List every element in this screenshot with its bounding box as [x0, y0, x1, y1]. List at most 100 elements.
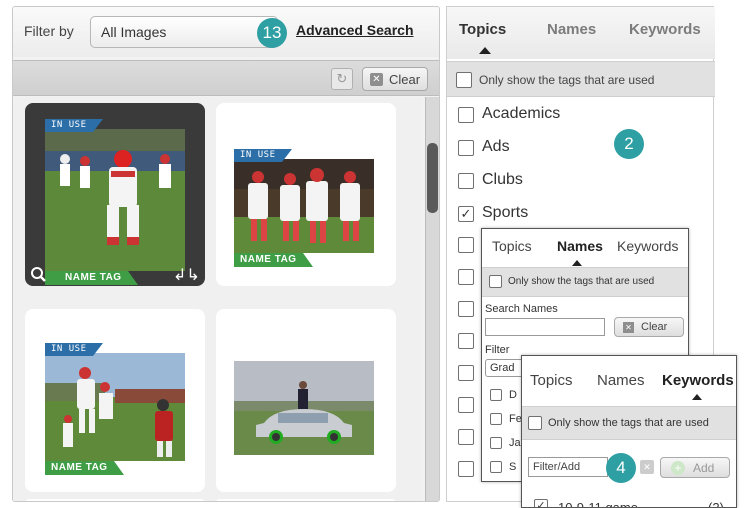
topic-checkbox-academics[interactable] — [458, 107, 474, 123]
name-item: S — [509, 461, 517, 473]
name-tag-ribbon: NAME TAG — [45, 271, 138, 285]
keyword-filter-input[interactable]: Filter/Add — [528, 457, 608, 477]
only-used-checkbox[interactable] — [489, 275, 502, 288]
tab-topics[interactable]: Topics — [459, 21, 506, 38]
filter-label: Filter — [485, 344, 510, 356]
topic-checkbox[interactable] — [458, 365, 474, 381]
rotate-icon[interactable]: ↲↳ — [173, 265, 200, 285]
filter-select[interactable]: All Images — [90, 16, 278, 48]
topic-checkbox-ads[interactable] — [458, 140, 474, 156]
callout-badge-4: 4 — [606, 453, 636, 483]
image-toolbar: ↻ ✕ Clear — [13, 60, 439, 96]
only-used-label: Only show the tags that are used — [508, 276, 655, 287]
topic-label: Clubs — [482, 171, 523, 188]
only-used-checkbox[interactable] — [528, 416, 542, 430]
add-icon: + — [671, 461, 685, 475]
zoom-icon[interactable] — [31, 267, 47, 283]
keywords-panel: Topics Names Keywords Only show the tags… — [521, 355, 737, 508]
image-tile[interactable]: IN USE NAME TAG — [25, 309, 205, 492]
topic-checkbox[interactable] — [458, 269, 474, 285]
refresh-icon: ↻ — [336, 71, 348, 86]
filter-select-value: All Images — [101, 24, 167, 40]
clear-button[interactable]: ✕ Clear — [614, 317, 684, 337]
tab-keywords[interactable]: Keywords — [629, 21, 701, 38]
in-use-ribbon: IN USE — [234, 149, 291, 162]
tab-topics[interactable]: Topics — [530, 372, 573, 389]
topic-label: Academics — [482, 105, 561, 122]
refresh-button[interactable]: ↻ — [331, 68, 353, 90]
add-keyword-button[interactable]: + Add — [660, 457, 730, 478]
only-used-bar: Only show the tags that are used — [447, 61, 715, 97]
tab-topics[interactable]: Topics — [492, 238, 532, 254]
topic-checkbox[interactable] — [458, 333, 474, 349]
keyword-count: (2) — [708, 500, 724, 508]
tab-names[interactable]: Names — [547, 21, 596, 38]
topic-checkbox-clubs[interactable] — [458, 173, 474, 189]
image-tile[interactable]: IN USE NAME TAG ↲↳ — [25, 103, 205, 286]
topic-checkbox[interactable] — [458, 397, 474, 413]
tab-keywords[interactable]: Keywords — [617, 238, 678, 254]
only-used-label: Only show the tags that are used — [479, 73, 655, 87]
photo-football-team — [234, 159, 374, 253]
callout-badge-13: 13 — [257, 18, 287, 48]
tab-names[interactable]: Names — [597, 372, 645, 389]
image-tile[interactable] — [216, 309, 396, 492]
only-used-label: Only show the tags that are used — [548, 417, 709, 429]
search-names-input[interactable] — [485, 318, 605, 336]
tab-names[interactable]: Names — [557, 238, 603, 254]
add-button-label: Add — [693, 461, 715, 475]
image-tile[interactable] — [25, 499, 205, 501]
topic-label: Ads — [482, 138, 510, 155]
scrollbar-thumb[interactable] — [427, 143, 438, 213]
name-checkbox[interactable] — [490, 413, 502, 425]
grid-scrollbar[interactable] — [425, 97, 439, 501]
search-names-label: Search Names — [485, 303, 558, 315]
only-used-bar: Only show the tags that are used — [482, 267, 688, 297]
topic-checkbox[interactable] — [458, 301, 474, 317]
keyword-checkbox[interactable]: ✓ — [534, 499, 548, 507]
photo-football-runner — [45, 129, 185, 271]
close-icon[interactable]: ✕ — [640, 460, 654, 474]
active-tab-caret — [479, 47, 491, 54]
in-use-ribbon: IN USE — [45, 119, 102, 132]
name-checkbox[interactable] — [490, 437, 502, 449]
keyword-label: 10-9-11 game — [558, 500, 638, 508]
only-used-checkbox[interactable] — [456, 72, 472, 88]
name-tag-label: NAME TAG — [65, 272, 122, 283]
name-tag-ribbon: NAME TAG — [45, 461, 124, 475]
clear-button-label: Clear — [641, 321, 668, 333]
clear-button[interactable]: ✕ Clear — [362, 67, 428, 91]
callout-badge-2: 2 — [614, 129, 644, 159]
name-checkbox[interactable] — [490, 389, 502, 401]
close-icon: ✕ — [370, 73, 383, 86]
advanced-search-link[interactable]: Advanced Search — [296, 22, 414, 38]
name-item: Ja — [509, 437, 521, 449]
name-tag-ribbon: NAME TAG — [234, 253, 313, 267]
photo-car-field — [234, 361, 374, 455]
image-tile[interactable]: IN USE NAME TAG — [216, 103, 396, 286]
tag-tabs: Topics Names Keywords — [482, 229, 688, 269]
tag-tabs: Topics Names Keywords — [447, 7, 715, 59]
in-use-ribbon: IN USE — [45, 343, 102, 356]
filter-label: Filter by — [24, 23, 74, 39]
image-grid: IN USE NAME TAG ↲↳ IN USE NAME TAG IN US… — [13, 97, 423, 501]
filter-bar: Filter by All Images 13 Advanced Search — [13, 7, 439, 57]
name-checkbox[interactable] — [490, 461, 502, 473]
active-tab-caret — [692, 394, 702, 400]
image-tile[interactable] — [216, 499, 396, 501]
topic-checkbox-sports[interactable]: ✓ — [458, 206, 474, 222]
photo-football-catch — [45, 353, 185, 461]
topic-label: Sports — [482, 204, 529, 221]
topic-checkbox[interactable] — [458, 429, 474, 445]
screenshot-stage: Filter by All Images 13 Advanced Search … — [0, 0, 745, 508]
name-item: Fe — [509, 413, 522, 425]
clear-button-label: Clear — [389, 72, 421, 87]
keyword-filter-placeholder: Filter/Add — [533, 461, 581, 473]
active-tab-caret — [572, 260, 582, 266]
tab-keywords[interactable]: Keywords — [662, 372, 734, 389]
topic-checkbox[interactable] — [458, 237, 474, 253]
topic-checkbox[interactable] — [458, 461, 474, 477]
filter-select-value: Grad — [490, 362, 515, 374]
name-item: D — [509, 389, 517, 401]
close-icon: ✕ — [623, 322, 634, 333]
